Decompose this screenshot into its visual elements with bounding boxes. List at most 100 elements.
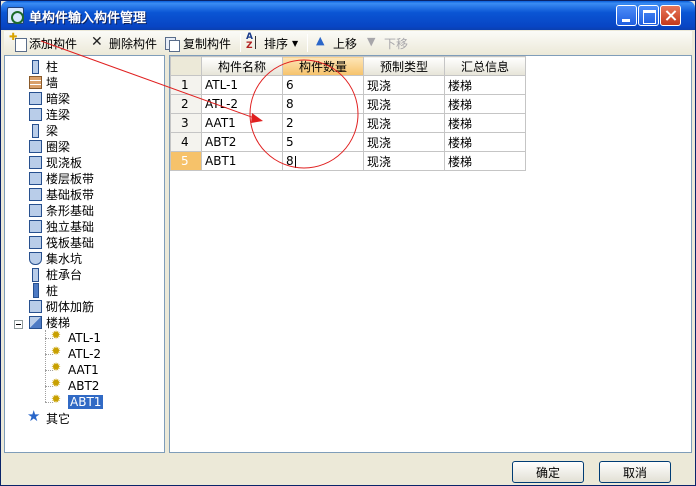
move-down-button[interactable]: 下移 (365, 33, 408, 53)
close-button[interactable] (660, 5, 681, 26)
cell-type[interactable]: 现浇 (363, 94, 445, 114)
masonry-rebar-icon (27, 298, 43, 314)
maximize-button[interactable] (638, 5, 659, 26)
cell-summary[interactable]: 楼梯 (444, 151, 526, 171)
tree-item-strip-foundation[interactable]: 条形基础 (27, 202, 94, 218)
tree-item-column[interactable]: 柱 (27, 58, 58, 74)
row-number[interactable]: 2 (170, 94, 202, 114)
coupling-beam-icon (27, 106, 43, 122)
tree-item-beam[interactable]: 梁 (27, 122, 58, 138)
table-row[interactable]: 2 ATL-2 8 现浇 楼梯 (170, 94, 526, 114)
cell-count[interactable]: 5 (282, 132, 364, 152)
isolated-foundation-icon (27, 218, 43, 234)
move-up-button[interactable]: 上移 (314, 33, 357, 53)
tree-item-raft-foundation[interactable]: 筏板基础 (27, 234, 94, 250)
component-gear-icon (49, 392, 65, 410)
column-header-name[interactable]: 构件名称 (201, 56, 283, 76)
cell-name[interactable]: ATL-2 (201, 94, 283, 114)
toolbar: 添加构件 删除构件 复制构件 排序 ▼ 上移 下移 (4, 31, 692, 55)
tree-item-pile-cap[interactable]: 桩承台 (27, 266, 82, 282)
table-row[interactable]: 4 ABT2 5 现浇 楼梯 (170, 132, 526, 152)
cell-name[interactable]: ABT2 (201, 132, 283, 152)
tree-item-slab[interactable]: 现浇板 (27, 154, 82, 170)
cell-count-editing[interactable]: 8 (282, 151, 364, 171)
toolbar-separator (307, 34, 308, 52)
tree-item-hidden-beam[interactable]: 暗梁 (27, 90, 70, 106)
cell-name[interactable]: ABT1 (201, 151, 283, 171)
move-up-label: 上移 (333, 36, 358, 51)
component-manager-window: 单构件输入构件管理 添加构件 删除构件 复制构件 排序 ▼ 上移 (0, 0, 696, 486)
star-icon (27, 407, 43, 426)
cell-name[interactable]: ATL-1 (201, 75, 283, 95)
component-tree[interactable]: 柱 墙 暗梁 连梁 梁 圈梁 现浇板 楼层板带 基础板带 条形基础 独立基础 筏… (4, 55, 165, 453)
tree-item-masonry-rebar[interactable]: 砌体加筋 (27, 298, 94, 314)
toolbar-separator (240, 34, 241, 52)
tree-item-isolated-foundation[interactable]: 独立基础 (27, 218, 94, 234)
cell-name[interactable]: AAT1 (201, 113, 283, 133)
column-icon (27, 58, 43, 74)
delete-component-button[interactable]: 删除构件 (90, 33, 157, 53)
column-header-count[interactable]: 构件数量 (282, 56, 364, 76)
pile-icon (27, 282, 43, 298)
column-header-type[interactable]: 预制类型 (363, 56, 445, 76)
copy-component-label: 复制构件 (183, 36, 232, 51)
ring-beam-icon (27, 138, 43, 154)
cell-type[interactable]: 现浇 (363, 151, 445, 171)
tree-item-coupling-beam[interactable]: 连梁 (27, 106, 70, 122)
add-component-button[interactable]: 添加构件 (9, 32, 78, 53)
grid-corner (170, 56, 202, 76)
tree-item-foundation-strip[interactable]: 基础板带 (27, 186, 94, 202)
sort-label: 排序 (264, 36, 289, 51)
delete-icon (90, 34, 106, 51)
cell-type[interactable]: 现浇 (363, 113, 445, 133)
wall-icon (27, 74, 43, 90)
ok-button[interactable]: 确定 (512, 461, 584, 483)
component-table: 构件名称 构件数量 预制类型 汇总信息 1 ATL-1 6 现浇 楼梯 2 AT… (170, 56, 526, 171)
row-number[interactable]: 3 (170, 113, 202, 133)
cell-summary[interactable]: 楼梯 (444, 132, 526, 152)
column-header-summary[interactable]: 汇总信息 (444, 56, 526, 76)
minimize-button[interactable] (616, 5, 637, 26)
table-row[interactable]: 1 ATL-1 6 现浇 楼梯 (170, 75, 526, 95)
tree-item-sump-pit[interactable]: 集水坑 (27, 250, 82, 266)
pile-cap-icon (27, 266, 43, 282)
row-number[interactable]: 5 (170, 151, 202, 171)
arrow-up-icon (314, 34, 330, 51)
cell-type[interactable]: 现浇 (363, 132, 445, 152)
cell-type[interactable]: 现浇 (363, 75, 445, 95)
tree-item-other[interactable]: 其它 (27, 407, 70, 426)
add-component-label: 添加构件 (29, 36, 78, 51)
tree-item-stair[interactable]: 楼梯 (27, 314, 70, 330)
cancel-button[interactable]: 取消 (599, 461, 671, 483)
tree-item-pile[interactable]: 桩 (27, 282, 58, 298)
sort-dropdown-button[interactable]: 排序 ▼ (245, 32, 299, 53)
row-number[interactable]: 4 (170, 132, 202, 152)
beam-icon (27, 122, 43, 138)
arrow-down-icon (365, 35, 381, 51)
sump-pit-icon (27, 250, 43, 266)
cell-count[interactable]: 8 (282, 94, 364, 114)
table-row[interactable]: 3 AAT1 2 现浇 楼梯 (170, 113, 526, 133)
copy-component-button[interactable]: 复制构件 (164, 33, 231, 53)
stair-icon (27, 314, 43, 330)
cell-count[interactable]: 2 (282, 113, 364, 133)
tree-item-ring-beam[interactable]: 圈梁 (27, 138, 70, 154)
delete-component-label: 删除构件 (109, 36, 158, 51)
raft-foundation-icon (27, 234, 43, 250)
cell-summary[interactable]: 楼梯 (444, 94, 526, 114)
tree-connector (45, 330, 46, 402)
table-row[interactable]: 5 ABT1 8 现浇 楼梯 (170, 151, 526, 171)
chevron-down-icon: ▼ (292, 38, 299, 48)
row-number[interactable]: 1 (170, 75, 202, 95)
cell-summary[interactable]: 楼梯 (444, 113, 526, 133)
cell-summary[interactable]: 楼梯 (444, 75, 526, 95)
move-down-label: 下移 (384, 36, 409, 51)
tree-item-abt1[interactable]: ABT1 (49, 392, 104, 410)
sort-az-icon (245, 32, 261, 51)
foundation-strip-icon (27, 186, 43, 202)
cell-count[interactable]: 6 (282, 75, 364, 95)
tree-collapse-toggle[interactable] (14, 320, 23, 329)
tree-item-wall[interactable]: 墙 (27, 74, 58, 90)
tree-item-floor-strip[interactable]: 楼层板带 (27, 170, 94, 186)
slab-icon (27, 154, 43, 170)
